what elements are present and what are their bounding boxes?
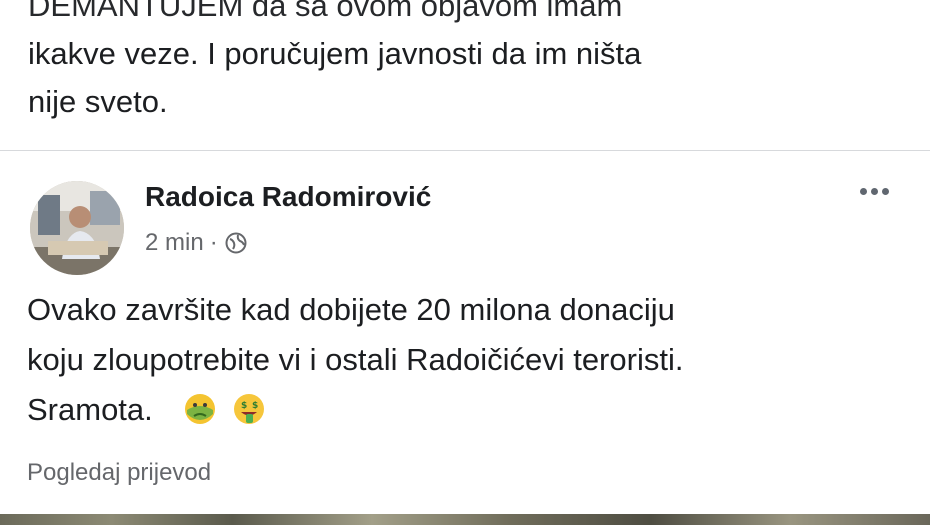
- post-meta: 2 min ·: [145, 229, 248, 257]
- post-text: Ovako završite kad dobijete 20 milona do…: [27, 285, 917, 435]
- post-timestamp[interactable]: 2 min: [145, 229, 204, 257]
- avatar[interactable]: [30, 181, 124, 275]
- money-mouth-face-icon: $ $: [232, 391, 266, 425]
- post-photo[interactable]: [0, 514, 930, 525]
- more-dot: [881, 187, 889, 195]
- facebook-post: Radoica Radomirović 2 min · Ovako završi…: [0, 151, 930, 525]
- author-name[interactable]: Radoica Radomirović: [145, 181, 431, 213]
- post-text-line: Sramota. $ $: [27, 385, 917, 435]
- globe-icon: [224, 231, 248, 255]
- post-text-line: Ovako završite kad dobijete 20 milona do…: [27, 292, 675, 327]
- nauseated-face-icon: [183, 391, 217, 425]
- post-text-line-words: Sramota.: [27, 392, 153, 427]
- svg-text:$: $: [241, 401, 247, 411]
- see-translation-link[interactable]: Pogledaj prijevod: [27, 459, 211, 487]
- preceding-post-text: DEMANTUJEM da sa ovom objavom imam ikakv…: [28, 0, 908, 126]
- meta-separator: ·: [209, 229, 218, 256]
- preceding-post-line: nije sveto.: [28, 84, 168, 119]
- preceding-post-line: ikakve veze. I poručujem javnosti da im …: [28, 36, 642, 71]
- preceding-post-line: DEMANTUJEM da sa ovom objavom imam: [28, 0, 623, 23]
- post-text-line: koju zloupotrebite vi i ostali Radoičiće…: [27, 342, 684, 377]
- more-dot: [870, 187, 878, 195]
- svg-text:$: $: [252, 401, 258, 411]
- more-dot: [859, 187, 867, 195]
- more-options-icon[interactable]: [852, 179, 896, 203]
